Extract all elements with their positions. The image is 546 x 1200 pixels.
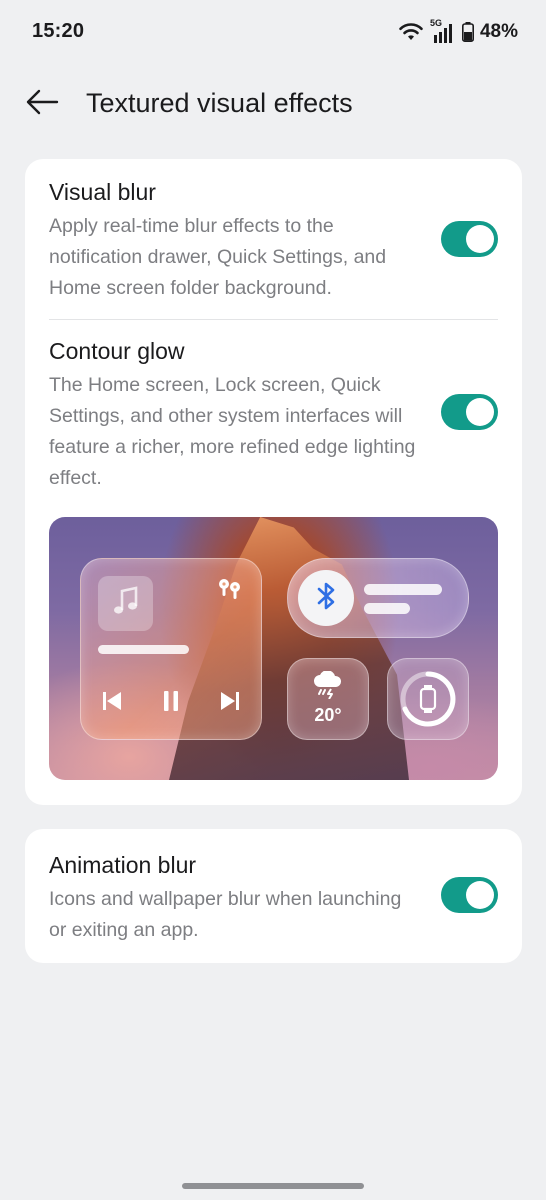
toggle-knob — [466, 881, 494, 909]
arrow-left-icon — [25, 89, 59, 120]
visual-blur-setting[interactable]: Visual blur Apply real-time blur effects… — [49, 177, 499, 304]
animation-blur-description: Icons and wallpaper blur when launching … — [49, 888, 402, 941]
status-icons: 5G 48% — [398, 18, 518, 44]
effects-card: Visual blur Apply real-time blur effects… — [25, 159, 522, 805]
contour-glow-toggle[interactable] — [441, 394, 498, 430]
animation-blur-setting[interactable]: Animation blur Icons and wallpaper blur … — [49, 850, 499, 946]
app-bar: Textured visual effects — [0, 80, 546, 128]
earbuds-icon — [217, 577, 243, 606]
bluetooth-widget — [287, 558, 469, 638]
visual-blur-description: Apply real-time blur effects to the noti… — [49, 215, 387, 299]
back-button[interactable] — [22, 84, 62, 124]
animation-blur-toggle[interactable] — [441, 877, 498, 913]
media-controls — [101, 690, 241, 717]
contour-glow-description: The Home screen, Lock screen, Quick Sett… — [49, 374, 416, 489]
track-progress-bar — [98, 645, 189, 654]
bluetooth-label-bar — [364, 584, 442, 595]
animation-blur-title: Animation blur — [49, 852, 197, 878]
contour-glow-title: Contour glow — [49, 338, 185, 364]
page-title: Textured visual effects — [86, 88, 353, 118]
status-bar: 15:20 5G 48% — [0, 0, 546, 64]
media-widget — [80, 558, 262, 740]
bluetooth-icon — [315, 581, 337, 616]
visual-blur-title: Visual blur — [49, 179, 156, 205]
toggle-knob — [466, 225, 494, 253]
visual-blur-toggle[interactable] — [441, 221, 498, 257]
weather-widget: 20° — [287, 658, 369, 740]
status-time: 15:20 — [32, 20, 85, 42]
wifi-icon — [398, 22, 424, 42]
weather-temperature: 20° — [314, 705, 342, 725]
signal-icon: 5G — [430, 18, 456, 43]
smartwatch-widget — [387, 658, 469, 740]
bluetooth-sublabel-bar — [364, 603, 410, 614]
pause-icon — [161, 690, 181, 717]
thunderstorm-icon — [312, 670, 344, 704]
previous-track-icon — [101, 691, 123, 716]
gesture-navigation-bar[interactable] — [182, 1183, 364, 1189]
next-track-icon — [219, 691, 241, 716]
contour-glow-setting[interactable]: Contour glow The Home screen, Lock scree… — [49, 336, 499, 494]
battery-icon — [461, 22, 474, 42]
bluetooth-button — [298, 570, 354, 626]
music-note-icon — [112, 586, 140, 621]
toggle-knob — [466, 398, 494, 426]
album-art — [98, 576, 153, 631]
smartwatch-icon — [399, 670, 457, 733]
contour-glow-preview: 20° — [49, 517, 498, 780]
divider — [49, 319, 498, 320]
animation-card: Animation blur Icons and wallpaper blur … — [25, 829, 522, 963]
battery-percentage: 48% — [479, 21, 518, 42]
